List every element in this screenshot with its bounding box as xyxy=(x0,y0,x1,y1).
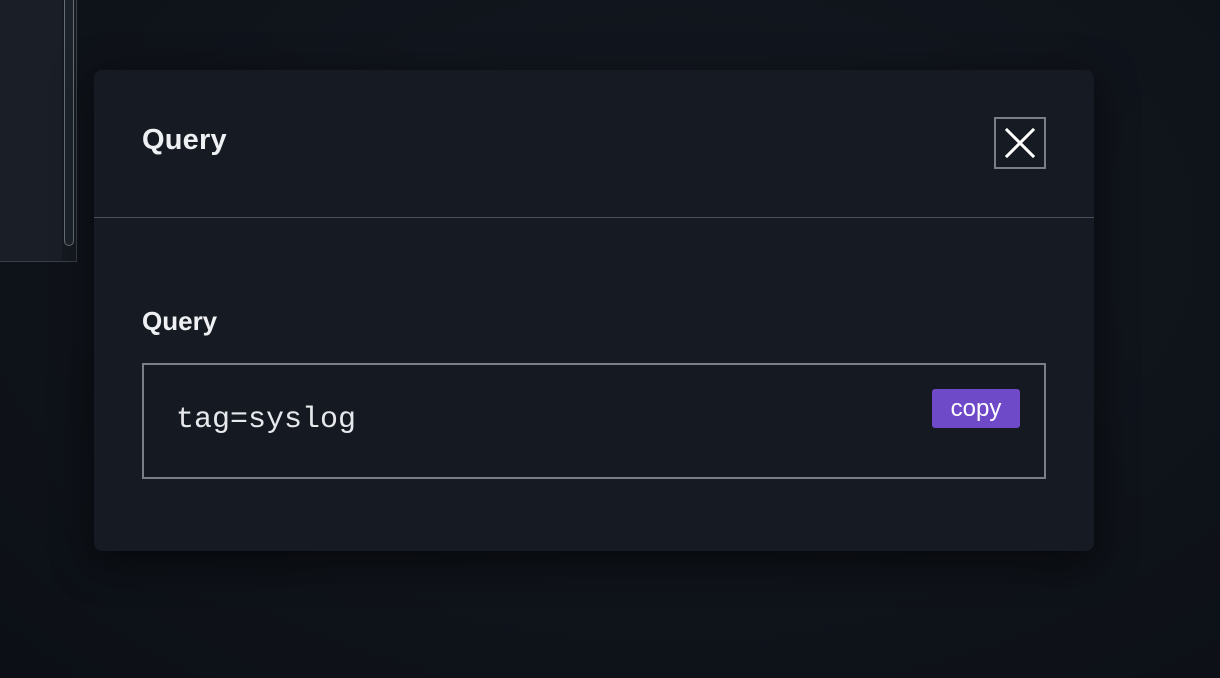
copy-button[interactable]: copy xyxy=(932,389,1020,428)
query-modal: Query Query tag=syslog copy xyxy=(94,70,1094,551)
query-code-box: tag=syslog copy xyxy=(142,363,1046,479)
modal-header: Query xyxy=(94,70,1094,218)
modal-title: Query xyxy=(142,124,227,156)
query-text: tag=syslog xyxy=(176,403,357,437)
background-panel xyxy=(0,0,77,262)
background-scrollbar-thumb[interactable] xyxy=(64,0,74,246)
close-button[interactable] xyxy=(994,117,1046,169)
close-icon xyxy=(1004,127,1036,159)
query-field-label: Query xyxy=(142,306,218,336)
